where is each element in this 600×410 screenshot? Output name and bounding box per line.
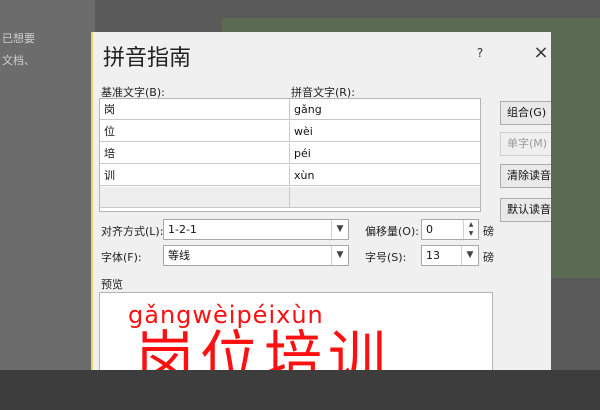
bottom-dark-bar (0, 370, 600, 410)
group-button[interactable]: 组合(G) (500, 101, 551, 125)
phonetic-table: 岗 gǎng 位 wèi 培 péi 训 xùn (99, 98, 481, 212)
alignment-select[interactable]: 1-2-1 ▼ (163, 219, 349, 240)
preview-box: gǎngwèipéixùn 岗位培训 (99, 292, 493, 370)
ruby-text-field[interactable]: xùn (290, 165, 480, 186)
chevron-down-icon: ▼ (461, 246, 478, 265)
offset-unit: 磅 (483, 225, 494, 238)
base-text-field (100, 187, 290, 208)
document-text-area: 已想要 文档、 (0, 0, 95, 370)
document-line: 文档、 (2, 54, 35, 67)
size-select[interactable]: 13 ▼ (421, 245, 479, 266)
size-value: 13 (426, 249, 440, 262)
chevron-down-icon: ▼ (331, 220, 348, 239)
base-text-field[interactable]: 岗 (100, 99, 290, 120)
base-text-field[interactable]: 训 (100, 165, 290, 186)
document-line: 已想要 (2, 32, 35, 45)
font-value: 等线 (168, 249, 190, 262)
font-label: 字体(F): (101, 251, 142, 264)
ruby-text-field[interactable]: wèi (290, 121, 480, 142)
alignment-value: 1-2-1 (168, 223, 197, 236)
base-text-field[interactable]: 位 (100, 121, 290, 142)
offset-stepper[interactable]: 0 ▲ ▼ (421, 219, 479, 240)
size-unit: 磅 (483, 251, 494, 264)
size-label: 字号(S): (365, 251, 407, 264)
table-row: 训 xùn (100, 165, 480, 186)
help-icon[interactable]: ? (473, 46, 487, 60)
preview-label: 预览 (101, 278, 123, 291)
alignment-label: 对齐方式(L): (101, 225, 164, 238)
base-text-field[interactable]: 培 (100, 143, 290, 164)
mono-button[interactable]: 单字(M) (500, 132, 551, 156)
offset-label: 偏移量(O): (365, 225, 419, 238)
dialog-title: 拼音指南 (103, 46, 192, 71)
table-row: 位 wèi (100, 121, 480, 142)
table-row: 岗 gǎng (100, 99, 480, 120)
ruby-text-field[interactable]: péi (290, 143, 480, 164)
default-reading-button[interactable]: 默认读音 (500, 198, 551, 222)
table-row (100, 187, 480, 208)
chevron-down-icon: ▼ (331, 246, 348, 265)
offset-value: 0 (426, 223, 433, 236)
clear-reading-button[interactable]: 清除读音 (500, 164, 551, 188)
table-row: 培 péi (100, 143, 480, 164)
ruby-text-field (290, 187, 480, 208)
ruby-text-field[interactable]: gǎng (290, 99, 480, 120)
close-icon[interactable]: × (533, 42, 549, 63)
preview-base-text: 岗位培训 (136, 324, 393, 370)
phonetic-guide-dialog: 拼音指南 ? × 基准文字(B): 拼音文字(R): 岗 gǎng 位 wèi … (91, 32, 551, 370)
spin-arrows-icon[interactable]: ▲ ▼ (463, 220, 478, 239)
font-select[interactable]: 等线 ▼ (163, 245, 349, 266)
